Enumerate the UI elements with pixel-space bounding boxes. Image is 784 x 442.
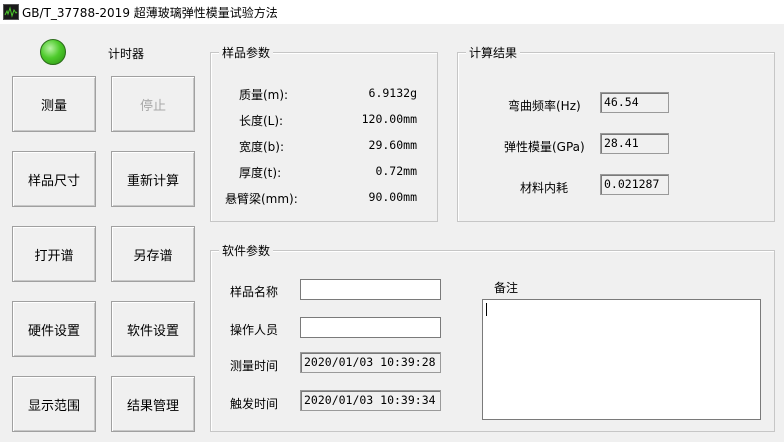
width-value: 29.60mm [368,138,417,152]
bending-frequency-value: 46.54 [600,92,669,113]
results-title: 计算结果 [466,44,521,61]
sample-params-group: 样品参数 质量(m): 6.9132g 长度(L): 120.00mm 宽度(b… [210,44,438,222]
text-caret [486,303,487,316]
thickness-value: 0.72mm [375,164,417,178]
recalculate-button[interactable]: 重新计算 [111,151,195,207]
measure-time-label: 测量时间 [230,359,279,373]
length-label: 长度(L): [239,114,284,128]
timer-label: 计时器 [108,47,145,61]
operator-input[interactable] [300,317,441,338]
elastic-modulus-value: 28.41 [600,133,669,154]
operator-label: 操作人员 [230,323,279,337]
trigger-time-label: 触发时间 [230,397,279,411]
app-icon [3,4,19,20]
notes-textarea[interactable] [482,299,761,420]
title-bar: GB/T_37788-2019 超薄玻璃弹性模量试验方法 [0,0,784,24]
stop-button[interactable]: 停止 [111,76,195,132]
bending-frequency-label: 弯曲频率(Hz) [508,99,581,113]
internal-friction-value: 0.021287 [600,174,669,195]
software-params-title: 软件参数 [219,242,274,259]
measure-button[interactable]: 测量 [12,76,96,132]
timer-indicator-led [40,39,66,65]
length-value: 120.00mm [361,112,417,126]
width-label: 宽度(b): [239,140,285,154]
display-range-button[interactable]: 显示范围 [12,376,96,432]
window-title: GB/T_37788-2019 超薄玻璃弹性模量试验方法 [22,6,278,20]
open-spectrum-button[interactable]: 打开谱 [12,226,96,282]
results-group: 计算结果 弯曲频率(Hz) 46.54 弹性模量(GPa) 28.41 材料内耗… [457,44,775,222]
save-spectrum-as-button[interactable]: 另存谱 [111,226,195,282]
hardware-settings-button[interactable]: 硬件设置 [12,301,96,357]
notes-label: 备注 [494,281,519,295]
thickness-label: 厚度(t): [239,166,282,180]
sample-params-title: 样品参数 [219,44,274,61]
elastic-modulus-label: 弹性模量(GPa) [504,140,585,154]
measure-time-value: 2020/01/03 10:39:28 [300,352,441,373]
mass-value: 6.9132g [368,86,417,100]
software-params-group: 软件参数 样品名称 操作人员 测量时间 2020/01/03 10:39:28 … [210,242,775,432]
software-settings-button[interactable]: 软件设置 [111,301,195,357]
sample-name-label: 样品名称 [230,285,279,299]
result-management-button[interactable]: 结果管理 [111,376,195,432]
sample-size-button[interactable]: 样品尺寸 [12,151,96,207]
cantilever-label: 悬臂梁(mm): [225,192,298,206]
cantilever-value: 90.00mm [368,190,417,204]
internal-friction-label: 材料内耗 [520,181,569,195]
mass-label: 质量(m): [239,88,289,102]
trigger-time-value: 2020/01/03 10:39:34 [300,390,441,411]
sample-name-input[interactable] [300,279,441,300]
